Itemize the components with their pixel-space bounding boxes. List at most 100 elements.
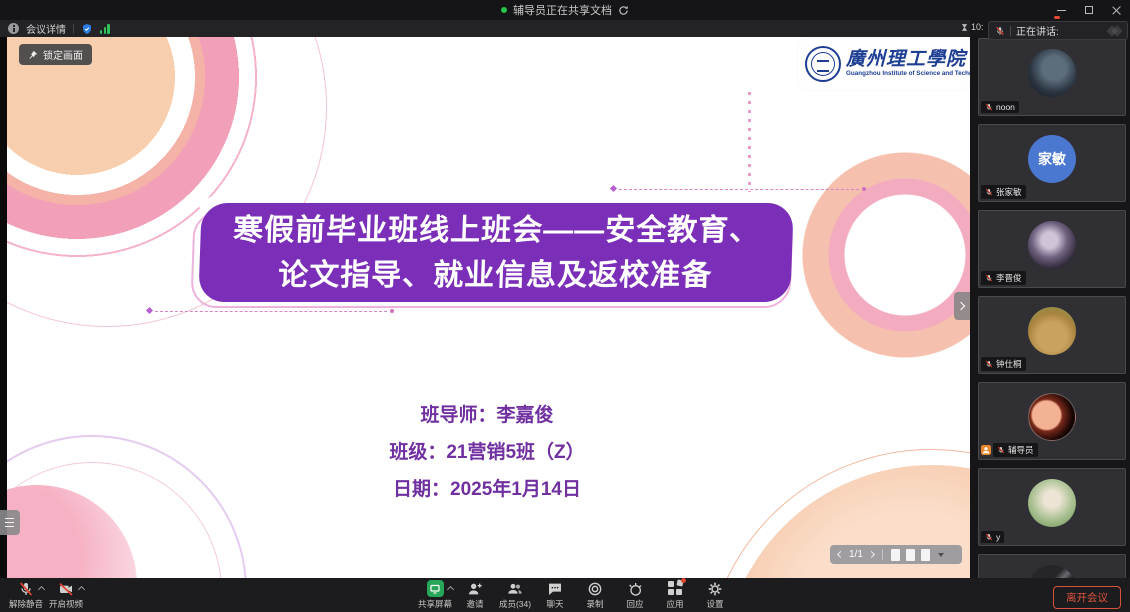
hourglass-icon [961, 23, 968, 31]
participant-name-badge: 张家敏 [981, 185, 1026, 199]
slide-square-ornament [609, 184, 618, 193]
notification-dot-icon [680, 578, 686, 583]
thumbnail-panel-toggle[interactable] [0, 510, 20, 535]
shared-document-slide: 锁定画面 廣州理工學院 Guangzhou Institute of Scien… [7, 37, 970, 578]
slide-dashed-line [619, 189, 859, 190]
participant-tile[interactable]: y [978, 468, 1126, 546]
slide-decoration-right-ring [795, 145, 970, 365]
sharing-active-dot-icon [501, 7, 507, 13]
university-logo: 廣州理工學院 Guangzhou Institute of Science an… [799, 39, 970, 89]
mic-muted-icon [985, 188, 993, 196]
slide-decoration-bottom-left-ring2 [7, 462, 222, 578]
participant-name-badge: y [981, 531, 1005, 543]
mic-muted-icon [20, 581, 32, 596]
participant-name-badge: 钟仕桐 [981, 357, 1026, 371]
share-screen-button[interactable]: 共享屏幕 [415, 580, 455, 610]
security-shield-icon[interactable] [81, 23, 93, 35]
members-icon [508, 583, 522, 594]
prev-page-button[interactable] [836, 550, 845, 559]
participant-name-badge: 辅导员 [993, 443, 1038, 457]
page-indicator: 1/1 [849, 549, 863, 560]
members-button[interactable]: 成员(34) [495, 580, 535, 610]
network-signal-icon[interactable] [100, 23, 110, 34]
participants-sidebar: noon 家敏 张家敏 李晋俊 钟仕桐 辅导员 y [970, 20, 1130, 612]
mic-muted-icon [997, 446, 1005, 454]
participant-tile[interactable]: 李晋俊 [978, 210, 1126, 288]
layout-thumbnail-button[interactable] [890, 548, 900, 561]
title-bar: 辅导员正在共享文档 [0, 0, 1130, 20]
mic-muted-icon [985, 533, 993, 541]
unmute-button[interactable]: 解除静音 [6, 580, 46, 610]
record-icon [588, 582, 602, 595]
gear-icon [708, 582, 722, 595]
panel-decoration-icon [1106, 24, 1123, 37]
divider [881, 549, 883, 560]
participant-tile[interactable]: 钟仕桐 [978, 296, 1126, 374]
slide-dot-ornament [862, 187, 866, 191]
slide-title-line1: 寒假前毕业班线上班会——安全教育、 [232, 213, 761, 247]
bottom-toolbar: 解除静音 开启视频 共享屏幕 邀请 成员(34) 聊天 录制 回应 应用 设置 … [0, 578, 1130, 612]
slide-dotted-column [748, 92, 751, 192]
mic-muted-icon [985, 360, 993, 368]
participant-tile-host[interactable]: 辅导员 [978, 382, 1126, 460]
speaking-label: 正在讲话: [1016, 27, 1059, 38]
share-screen-icon [426, 580, 444, 597]
mic-muted-icon [985, 103, 993, 111]
apps-grid-icon [667, 578, 686, 596]
university-name-cn: 廣州理工學院 [846, 49, 967, 71]
restore-button[interactable] [1082, 3, 1096, 17]
page-navigation: 1/1 [830, 545, 962, 564]
divider [1010, 25, 1011, 36]
avatar [1028, 221, 1076, 269]
layout-thumbnail-button[interactable] [905, 548, 915, 561]
share-status-text: 辅导员正在共享文档 [513, 5, 612, 17]
avatar [1028, 393, 1076, 441]
avatar [1028, 479, 1076, 527]
info-icon [8, 23, 19, 34]
teacher-line: 班导师：李嘉俊 [420, 405, 554, 426]
slide-title-line2: 论文指导、就业信息及返校准备 [277, 258, 713, 292]
class-line: 班级：21营销5班（Z） [389, 442, 585, 463]
refresh-icon[interactable] [618, 5, 629, 16]
slide-dot-ornament [390, 309, 394, 313]
university-seal-icon [805, 46, 841, 82]
layout-dropdown-caret-icon[interactable] [937, 552, 944, 557]
video-options-caret-icon[interactable] [77, 585, 86, 594]
lock-view-button[interactable]: 锁定画面 [19, 44, 92, 65]
camera-off-icon [59, 582, 73, 596]
mic-options-caret-icon[interactable] [37, 585, 46, 594]
slide-square-ornament [145, 306, 154, 315]
sidebar-collapse-toggle[interactable] [954, 292, 970, 320]
meeting-info-bar: 会议详情 [0, 20, 970, 37]
settings-button[interactable]: 设置 [695, 580, 735, 610]
minimize-button[interactable] [1054, 3, 1068, 17]
slide-title-box: 寒假前毕业班线上班会——安全教育、 论文指导、就业信息及返校准备 [198, 203, 794, 302]
reactions-button[interactable]: 回应 [615, 580, 655, 610]
share-options-caret-icon[interactable] [446, 585, 455, 594]
recording-dot-icon [1054, 16, 1060, 19]
leave-meeting-button[interactable]: 离开会议 [1053, 586, 1121, 609]
chat-button[interactable]: 聊天 [535, 580, 575, 610]
meeting-details-button[interactable]: 会议详情 [26, 21, 66, 36]
date-line: 日期：2025年1月14日 [393, 479, 581, 500]
layout-thumbnail-button[interactable] [920, 548, 930, 561]
slide-decoration-bottom-left-blob [7, 485, 137, 578]
mic-muted-icon [985, 274, 993, 282]
meeting-window: 辅导员正在共享文档 会议详情 锁定画面 廣州理工學院 Guangzhou Ins… [0, 0, 1130, 612]
apps-button[interactable]: 应用 [655, 578, 695, 610]
window-controls [1054, 0, 1124, 20]
participant-name-badge: 李晋俊 [981, 271, 1026, 285]
participant-name-badge: noon [981, 101, 1019, 113]
avatar: 家敏 [1028, 135, 1076, 183]
lock-view-label: 锁定画面 [43, 51, 83, 62]
participant-tile[interactable]: noon [978, 38, 1126, 116]
invite-button[interactable]: 邀请 [455, 580, 495, 610]
meeting-timer: 10: [960, 22, 984, 32]
next-page-button[interactable] [867, 550, 875, 559]
now-speaking-panel: 正在讲话: [988, 21, 1128, 40]
start-video-button[interactable]: 开启视频 [46, 580, 86, 610]
participant-tile[interactable]: 家敏 张家敏 [978, 124, 1126, 202]
close-button[interactable] [1110, 3, 1124, 17]
record-button[interactable]: 录制 [575, 580, 615, 610]
slide-decoration-bottom-left-ring [7, 435, 247, 578]
